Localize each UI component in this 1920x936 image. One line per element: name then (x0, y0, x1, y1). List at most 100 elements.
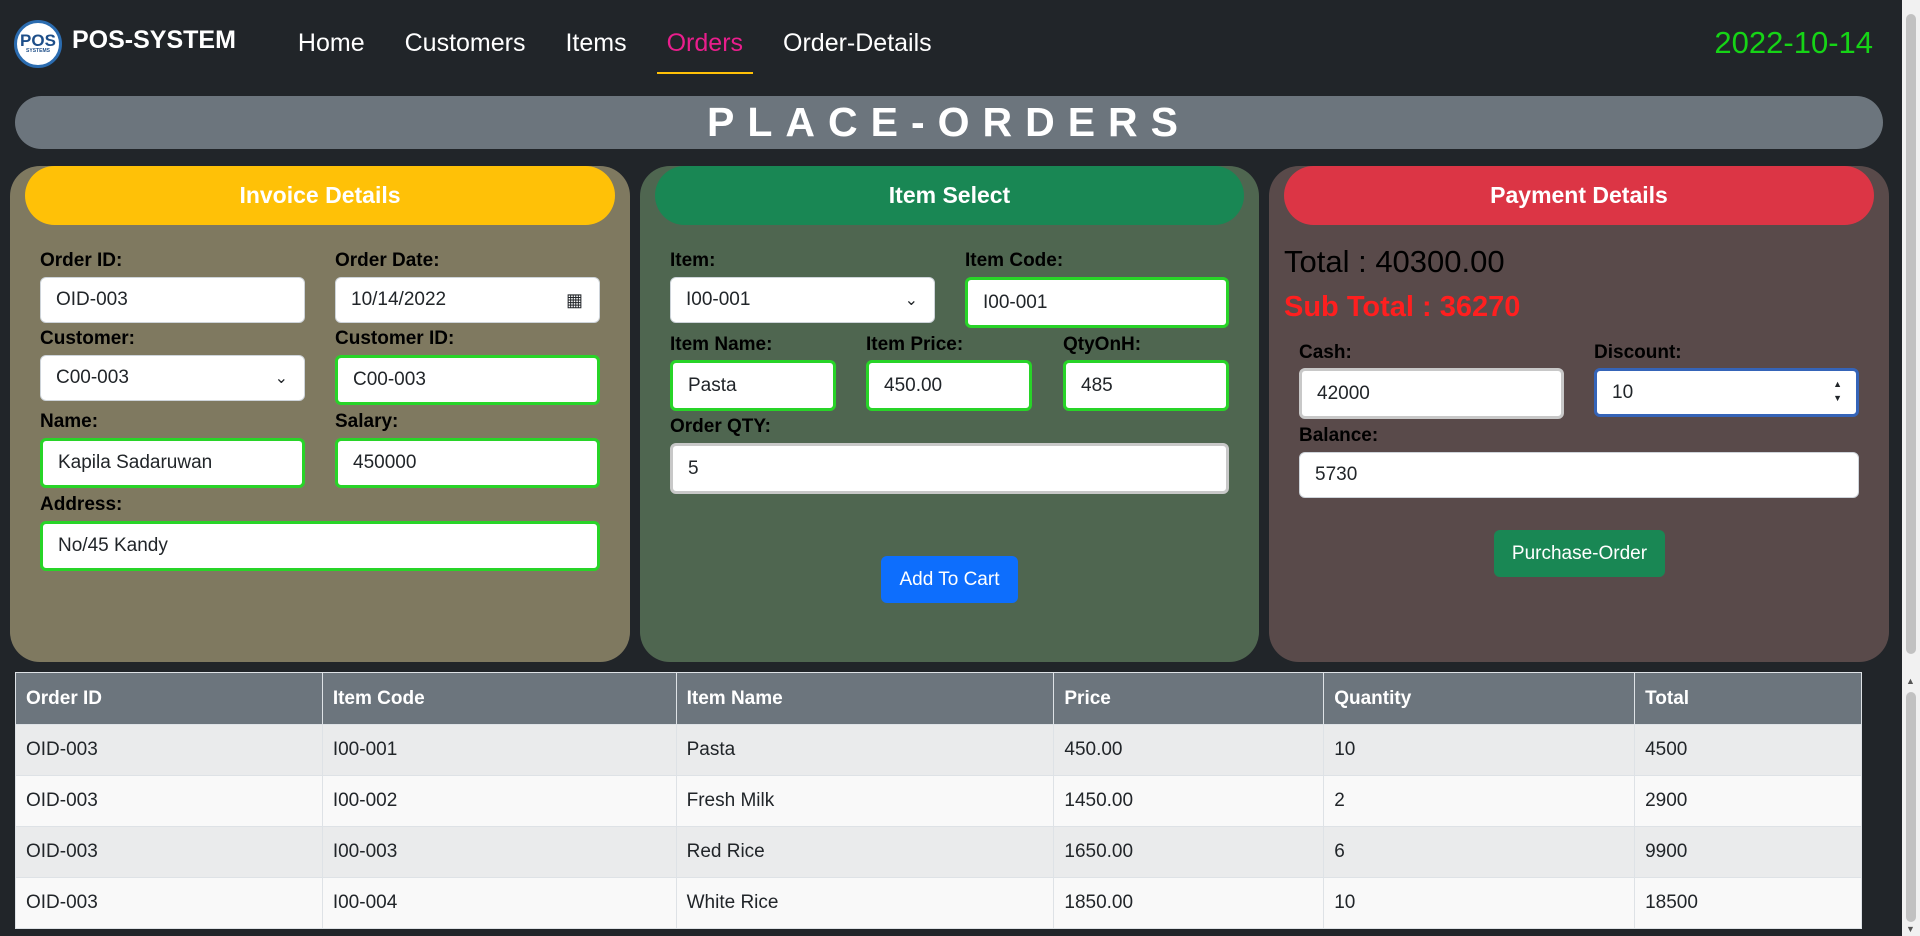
discount-label: Discount: (1594, 342, 1682, 363)
nav-home[interactable]: Home (288, 0, 375, 87)
scroll-down-icon[interactable]: ▼ (1906, 924, 1915, 934)
table-cell: OID-003 (15, 877, 323, 929)
order-date-label: Order Date: (335, 250, 440, 271)
customer-id-field[interactable]: C00-003 (335, 355, 600, 405)
order-qty-label: Order QTY: (670, 416, 771, 437)
scroll-thumb[interactable] (1906, 14, 1916, 654)
payment-details-panel: Payment Details Total : 40300.00 Sub Tot… (1269, 166, 1889, 662)
table-cell: 1850.00 (1053, 877, 1325, 929)
balance-value: 5730 (1315, 464, 1358, 485)
add-to-cart-button[interactable]: Add To Cart (881, 556, 1018, 603)
main-nav: Home Customers Items Orders Order-Detail… (278, 0, 952, 87)
customer-label: Customer: (40, 328, 136, 349)
column-header: Order ID (15, 672, 323, 725)
table-cell: 2 (1323, 775, 1636, 827)
order-id-field[interactable]: OID-003 (40, 277, 305, 323)
order-id-label: Order ID: (40, 250, 123, 271)
customer-name-field[interactable]: Kapila Sadaruwan (40, 438, 305, 488)
table-cell: Red Rice (675, 826, 1055, 878)
item-price-field[interactable]: 450.00 (866, 360, 1032, 411)
order-qty-field[interactable]: 5 (670, 443, 1229, 494)
item-name-value: Pasta (688, 374, 737, 396)
table-cell: 450.00 (1053, 724, 1325, 776)
table-cell: 6 (1323, 826, 1636, 878)
pos-logo-icon: POS SYSTEMS (14, 19, 62, 68)
address-label: Address: (40, 494, 123, 515)
logo-text: POS (20, 31, 56, 50)
chevron-down-icon: ⌄ (274, 370, 288, 387)
column-header: Item Name (675, 672, 1055, 725)
order-qty-value: 5 (688, 457, 699, 479)
item-name-field[interactable]: Pasta (670, 360, 836, 411)
salary-value: 450000 (353, 452, 417, 473)
table-cell: Fresh Milk (675, 775, 1055, 827)
nav-orders[interactable]: Orders (656, 0, 754, 87)
current-date: 2022-10-14 (1714, 25, 1873, 60)
item-code-label: Item Code: (965, 250, 1064, 271)
nav-customers[interactable]: Customers (395, 0, 536, 87)
item-select[interactable]: I00-001 ⌄ (670, 277, 935, 323)
table-row[interactable]: OID-003 I00-001 Pasta 450.00 10 4500 (15, 724, 1862, 776)
order-date-value: 10/14/2022 (351, 289, 447, 310)
table-cell: 2900 (1634, 775, 1862, 827)
qty-on-hand-field[interactable]: 485 (1063, 360, 1229, 411)
item-code-field[interactable]: I00-001 (965, 277, 1229, 328)
table-cell: 1450.00 (1053, 775, 1325, 827)
customer-id-label: Customer ID: (335, 328, 455, 349)
balance-field[interactable]: 5730 (1299, 452, 1859, 498)
table-row[interactable]: OID-003 I00-002 Fresh Milk 1450.00 2 290… (15, 775, 1862, 827)
scroll-thumb[interactable] (1906, 692, 1916, 922)
item-price-label: Item Price: (866, 334, 964, 355)
customer-name-value: Kapila Sadaruwan (58, 452, 213, 473)
name-label: Name: (40, 411, 99, 432)
discount-value: 10 (1612, 381, 1634, 403)
spinner-arrows-icon[interactable]: ▲ ▼ (1833, 377, 1842, 405)
table-cell: 18500 (1634, 877, 1862, 929)
brand-name: POS-SYSTEM (72, 26, 236, 54)
table-row[interactable]: OID-003 I00-003 Red Rice 1650.00 6 9900 (15, 826, 1862, 878)
table-cell: 9900 (1634, 826, 1862, 878)
invoice-details-heading: Invoice Details (25, 166, 615, 225)
salary-field[interactable]: 450000 (335, 438, 600, 488)
logo-subtext: SYSTEMS (26, 48, 50, 54)
brand[interactable]: POS SYSTEMS POS-SYSTEM (14, 19, 236, 68)
page-scrollbar[interactable] (1902, 0, 1920, 672)
table-cell: Pasta (675, 724, 1055, 776)
table-cell: 10 (1323, 877, 1636, 929)
cash-field[interactable]: 42000 (1299, 368, 1564, 419)
purchase-order-button[interactable]: Purchase-Order (1494, 530, 1665, 577)
table-scrollbar[interactable]: ▲ ▼ (1902, 672, 1920, 936)
item-select-heading: Item Select (655, 166, 1244, 225)
order-sub-total: Sub Total : 36270 (1284, 291, 1521, 323)
nav-order-details[interactable]: Order-Details (773, 0, 942, 87)
discount-field[interactable]: 10 ▲ ▼ (1594, 368, 1859, 417)
table-row[interactable]: OID-003 I00-004 White Rice 1850.00 10 18… (15, 877, 1862, 929)
item-select-value: I00-001 (686, 289, 751, 310)
page-title: PLACE-ORDERS (15, 96, 1883, 149)
table-cell: OID-003 (15, 826, 323, 878)
table-cell: I00-003 (321, 826, 677, 878)
table-cell: I00-004 (321, 877, 677, 929)
balance-label: Balance: (1299, 425, 1379, 446)
order-date-field[interactable]: 10/14/2022 ▦ (335, 277, 600, 323)
customer-id-value: C00-003 (353, 369, 426, 390)
cash-value: 42000 (1317, 382, 1370, 404)
chevron-down-icon: ⌄ (904, 292, 918, 309)
address-value: No/45 Kandy (58, 535, 168, 556)
table-cell: 4500 (1634, 724, 1862, 776)
item-label: Item: (670, 250, 716, 271)
item-price-value: 450.00 (884, 374, 943, 396)
table-cell: White Rice (675, 877, 1055, 929)
salary-label: Salary: (335, 411, 399, 432)
customer-select[interactable]: C00-003 ⌄ (40, 355, 305, 401)
item-name-label: Item Name: (670, 334, 773, 355)
address-field[interactable]: No/45 Kandy (40, 521, 600, 571)
nav-items[interactable]: Items (555, 0, 636, 87)
table-cell: 10 (1323, 724, 1636, 776)
table-header-row: Order ID Item Code Item Name Price Quant… (15, 672, 1862, 725)
qty-on-hand-value: 485 (1081, 374, 1113, 396)
scroll-up-icon[interactable]: ▲ (1906, 676, 1915, 686)
cash-label: Cash: (1299, 342, 1352, 363)
invoice-details-panel: Invoice Details Order ID: OID-003 Order … (10, 166, 630, 662)
calendar-icon[interactable]: ▦ (566, 290, 583, 311)
